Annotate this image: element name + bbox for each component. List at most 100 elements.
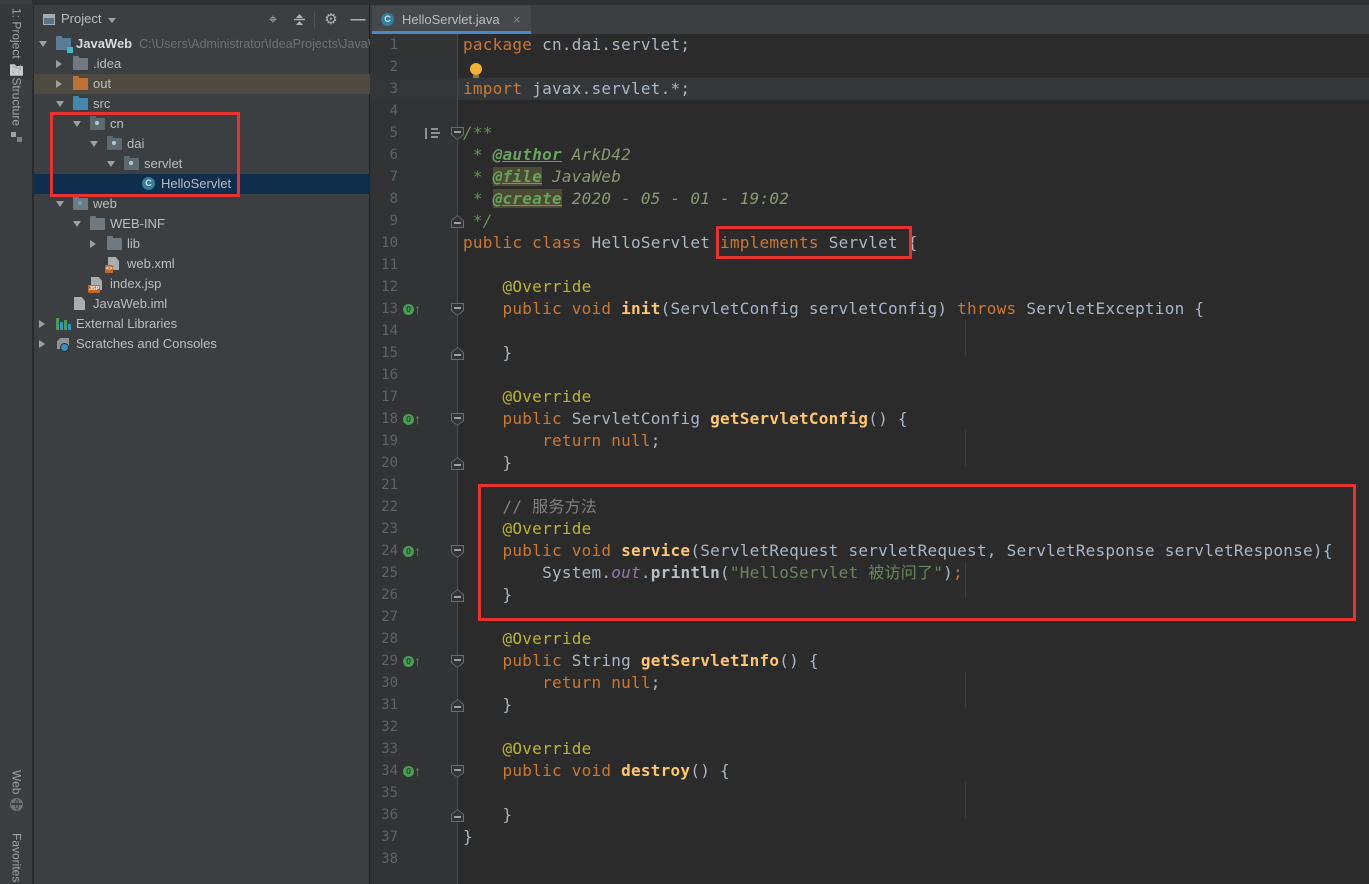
code-line[interactable]: /** [463,122,493,144]
project-view-selector[interactable]: Project [61,11,101,26]
override-method-marker[interactable]: O ↑ [403,650,429,672]
chevron-collapsed-icon[interactable] [90,240,96,248]
code-line[interactable]: public void service(ServletRequest servl… [463,540,1333,562]
chevron-collapsed-icon[interactable] [56,80,62,88]
chevron-expanded-icon[interactable] [90,141,98,147]
chevron-expanded-icon[interactable] [73,221,81,227]
code-line[interactable]: @Override [463,386,592,408]
tree-row-scratches-and-consoles[interactable]: Scratches and Consoles [34,334,370,354]
code-token: } [463,805,513,824]
tree-row-external-libraries[interactable]: External Libraries [34,314,370,334]
tree-row--idea[interactable]: .idea [34,54,370,74]
tree-row-web[interactable]: web [34,194,370,214]
tree-row-javaweb[interactable]: JavaWeb C:\Users\Administrator\IdeaProjec… [34,34,370,54]
code-token: null [611,431,651,450]
tree-row-index-jsp[interactable]: JSP index.jsp [34,274,370,294]
code-line[interactable]: * @create 2020 - 05 - 01 - 19:02 [463,188,789,210]
code-line[interactable]: // 服务方法 [463,496,597,518]
class-letter: C [142,177,155,190]
chevron-expanded-icon[interactable] [73,121,81,127]
code-line[interactable]: @Override [463,518,592,540]
override-method-marker[interactable]: O ↑ [403,298,429,320]
code-line[interactable]: public ServletConfig getServletConfig() … [463,408,908,430]
code-token: out [611,563,641,582]
tree-row-javaweb-iml[interactable]: JavaWeb.iml [34,294,370,314]
collapse-all-button[interactable] [290,11,308,29]
tree-row-web-inf[interactable]: WEB-INF [34,214,370,234]
file-type-badge: <> [105,265,114,273]
line-number: 27 [381,609,398,625]
code-line[interactable]: @Override [463,628,592,650]
code-line[interactable]: public void init(ServletConfig servletCo… [463,298,1204,320]
code-token: @file [492,167,543,186]
code-line[interactable]: return null; [463,430,661,452]
folder-shape [107,236,122,250]
tool-window-icon [43,14,55,25]
override-method-marker[interactable]: O ↑ [403,408,429,430]
override-method-marker[interactable]: O ↑ [403,540,429,562]
indent-guide [965,782,966,818]
chevron-collapsed-icon[interactable] [39,320,45,328]
settings-button[interactable]: ⚙ [322,11,340,29]
code-line[interactable]: @Override [463,276,592,298]
code-token: } [463,343,513,362]
chevron-collapsed-icon[interactable] [56,60,62,68]
tree-row-cn[interactable]: cn [34,114,370,134]
close-tab-icon[interactable]: × [513,12,521,27]
package-dot [129,161,133,165]
tree-row-out[interactable]: out [34,74,370,94]
intention-bulb-icon[interactable] [470,63,482,78]
sidebar-item-structure[interactable]: 7: Structure [0,64,33,143]
tree-row-helloservlet[interactable]: C HelloServlet [34,174,370,194]
fold-minus [454,354,461,356]
code-line[interactable]: * @file JavaWeb [463,166,621,188]
code-editor[interactable]: 1 package cn.dai.servlet; 2 3 import javax.s… [370,34,1369,884]
code-line[interactable]: } [463,804,513,826]
code-token: } [463,453,513,472]
code-token: "HelloServlet 被访问了" [729,563,944,582]
sidebar-item-favorites[interactable]: Favorites [0,833,33,884]
hide-panel-button[interactable]: — [349,11,367,29]
code-line[interactable]: System.out.println("HelloServlet 被访问了"); [463,562,963,584]
line-number: 29 [381,653,398,669]
tree-row-dai[interactable]: dai [34,134,370,154]
structure-icon [10,130,23,143]
javadoc-list-icon[interactable] [425,128,440,139]
code-token: public void [502,299,622,318]
line-number: 18 [381,411,398,427]
code-line[interactable]: } [463,584,513,606]
code-line[interactable]: * @author ArkD42 [463,144,631,166]
locate-file-button[interactable]: ⌖ [264,11,282,29]
sidebar-item-web[interactable]: Web [0,770,33,812]
tree-row-src[interactable]: src [34,94,370,114]
code-line[interactable]: public String getServletInfo() { [463,650,819,672]
package-dot [95,121,99,125]
tree-row-lib[interactable]: lib [34,234,370,254]
chevron-down-icon[interactable] [108,18,116,23]
code-line[interactable]: } [463,826,473,848]
code-line[interactable]: public class HelloServlet implements Ser… [463,232,918,254]
override-method-marker[interactable]: O ↑ [403,760,429,782]
chevron-expanded-icon[interactable] [107,161,115,167]
code-line[interactable]: public void destroy() { [463,760,730,782]
tree-row-servlet[interactable]: servlet [34,154,370,174]
tree-row-web-xml[interactable]: <> web.xml [34,254,370,274]
chevron-expanded-icon[interactable] [39,41,47,47]
code-line[interactable]: } [463,342,513,364]
code-line[interactable]: return null; [463,672,661,694]
code-line[interactable]: @Override [463,738,592,760]
tab-helloservlet-java[interactable]: C HelloServlet.java × [372,6,531,35]
line-number: 36 [381,807,398,823]
code-line[interactable]: import javax.servlet.*; [463,78,690,100]
chevron-expanded-icon[interactable] [56,101,64,107]
code-line[interactable]: } [463,694,513,716]
code-line[interactable]: */ [463,210,493,232]
chevron-collapsed-icon[interactable] [39,340,45,348]
chevron-expanded-icon[interactable] [56,201,64,207]
code-line[interactable]: } [463,452,513,474]
code-line[interactable]: package cn.dai.servlet; [463,34,690,56]
library-bar [60,322,63,330]
fold-minus [454,417,461,419]
